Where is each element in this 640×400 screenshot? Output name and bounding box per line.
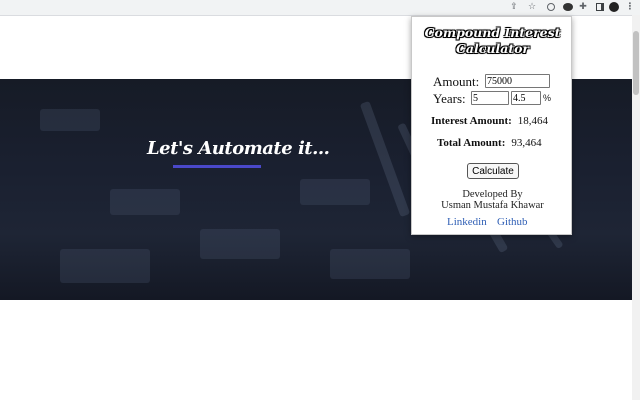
amount-label: Amount: — [433, 74, 480, 89]
interest-label: Interest Amount: — [431, 115, 512, 127]
calculator-popup: Compound Interest Calculator Amount: Yea… — [411, 16, 572, 235]
years-label: Years: — [433, 91, 466, 106]
profile-avatar[interactable] — [608, 1, 620, 13]
star-icon[interactable]: ☆ — [526, 1, 538, 13]
popup-title-line2: Calculator — [455, 41, 530, 56]
keyboard-key — [110, 189, 180, 215]
share-icon[interactable]: ⇪ — [508, 1, 520, 13]
interest-value: 18,464 — [517, 115, 549, 127]
keyboard-key — [330, 249, 410, 279]
years-input[interactable] — [471, 91, 509, 105]
popup-title-line1: Compound Interest — [424, 25, 561, 40]
github-link[interactable]: Github — [497, 216, 528, 228]
page-scrollbar[interactable] — [632, 15, 640, 400]
popup-title: Compound Interest Calculator — [412, 25, 573, 57]
rate-input[interactable] — [511, 91, 541, 105]
keyboard-key — [300, 179, 370, 205]
interest-result: Interest Amount: 18,464 — [431, 115, 548, 127]
total-result: Total Amount: 93,464 — [437, 137, 542, 149]
total-value: 93,464 — [511, 137, 542, 149]
amount-input[interactable] — [485, 74, 550, 88]
developed-by-label: Developed By — [462, 189, 523, 200]
total-label: Total Amount: — [437, 137, 506, 149]
puzzle-icon[interactable]: ✚ — [577, 1, 589, 13]
extension-icon[interactable] — [545, 1, 557, 13]
browser-toolbar: ⇪ ☆ ✚ ⋮ — [0, 0, 640, 16]
keyboard-key — [60, 249, 150, 283]
hero-underline — [173, 165, 261, 168]
hero-title: Let's Automate it... — [147, 138, 330, 159]
scrollbar-thumb[interactable] — [633, 31, 639, 95]
keyboard-key — [40, 109, 100, 131]
linkedin-link[interactable]: Linkedin — [447, 216, 487, 228]
calculate-button[interactable]: Calculate — [467, 163, 519, 179]
compound-interest-extension-icon[interactable] — [562, 1, 574, 13]
menu-icon[interactable]: ⋮ — [624, 1, 636, 13]
sidebar-icon[interactable] — [594, 1, 606, 13]
developer-name: Usman Mustafa Khawar — [441, 200, 544, 211]
percent-sign: % — [543, 93, 552, 103]
keyboard-key — [200, 229, 280, 259]
